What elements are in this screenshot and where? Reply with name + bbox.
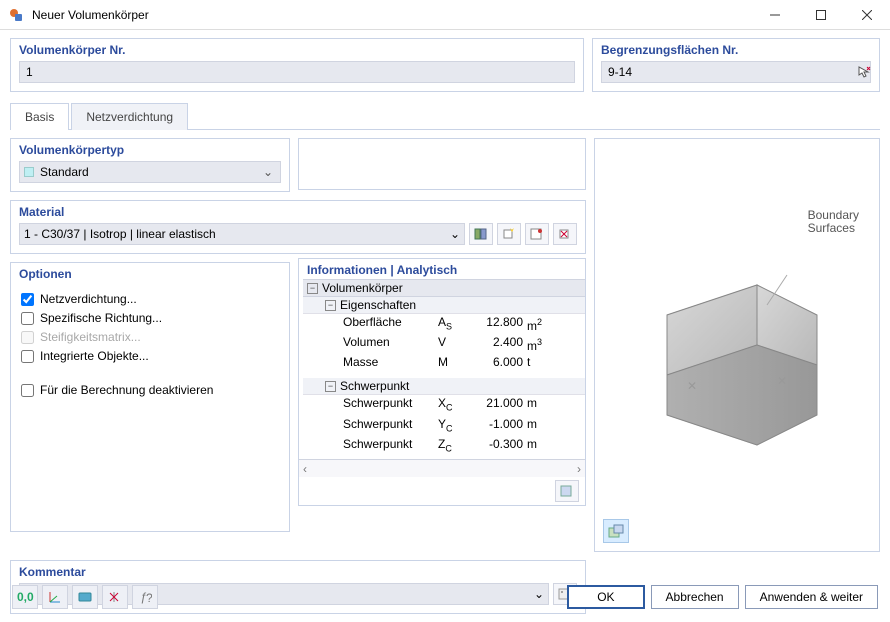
prop-zc: SchwerpunktZC-0.300m	[303, 436, 585, 456]
tree-cog[interactable]: −Schwerpunkt	[303, 378, 585, 395]
info-group: Informationen | Analytisch −Volumenkörpe…	[298, 258, 586, 506]
option-intobj-checkbox[interactable]	[21, 350, 34, 363]
scroll-right-icon[interactable]: ›	[577, 462, 581, 476]
preview-settings-button[interactable]	[603, 519, 629, 543]
type-value: Standard	[40, 165, 260, 179]
option-deactivate-checkbox[interactable]	[21, 384, 34, 397]
chevron-down-icon: ⌄	[450, 227, 460, 241]
type-combo[interactable]: Standard ⌄	[19, 161, 281, 183]
material-value: 1 - C30/37 | Isotrop | linear elastisch	[24, 227, 450, 241]
option-mesh[interactable]: Netzverdichtung...	[21, 292, 281, 306]
tab-strip: Basis Netzverdichtung	[10, 102, 880, 130]
prop-xc: SchwerpunktXC21.000m	[303, 395, 585, 415]
svg-text:0,00: 0,00	[17, 590, 34, 604]
function-button[interactable]: ƒ?	[132, 585, 158, 609]
units-button[interactable]: 0,00	[12, 585, 38, 609]
minimize-button[interactable]	[752, 0, 798, 30]
solid-number-input[interactable]: 1	[19, 61, 575, 83]
type-group: Volumenkörpertyp Standard ⌄	[10, 138, 290, 192]
cancel-button[interactable]: Abbrechen	[651, 585, 739, 609]
preview-panel: ✕ ✕ BoundarySurfaces	[594, 138, 880, 552]
maximize-button[interactable]	[798, 0, 844, 30]
option-direction[interactable]: Spezifische Richtung...	[21, 311, 281, 325]
option-integrated-objects[interactable]: Integrierte Objekte...	[21, 349, 281, 363]
boundary-surfaces-label: Begrenzungsflächen Nr.	[593, 39, 879, 59]
material-combo[interactable]: 1 - C30/37 | Isotrop | linear elastisch …	[19, 223, 465, 245]
material-library-button[interactable]	[469, 223, 493, 245]
solid-number-group: Volumenkörper Nr. 1	[10, 38, 584, 92]
reset-button[interactable]	[102, 585, 128, 609]
tab-mesh[interactable]: Netzverdichtung	[71, 103, 188, 130]
material-label: Material	[11, 201, 585, 221]
title-bar: Neuer Volumenkörper	[0, 0, 890, 30]
empty-panel	[298, 138, 586, 190]
display-button[interactable]	[72, 585, 98, 609]
info-refresh-button[interactable]	[555, 480, 579, 502]
options-group: Optionen Netzverdichtung... Spezifische …	[10, 262, 290, 532]
option-direction-checkbox[interactable]	[21, 312, 34, 325]
svg-text:?: ?	[146, 591, 152, 604]
option-mesh-checkbox[interactable]	[21, 293, 34, 306]
tree-properties[interactable]: −Eigenschaften	[303, 297, 585, 314]
app-icon	[8, 7, 24, 23]
material-delete-button[interactable]	[553, 223, 577, 245]
chevron-down-icon: ⌄	[260, 165, 276, 179]
pick-surfaces-icon[interactable]	[855, 63, 873, 81]
ok-button[interactable]: OK	[567, 585, 644, 609]
option-stiffness-checkbox	[21, 331, 34, 344]
prop-surface: OberflächeAS12.800m2	[303, 314, 585, 334]
coord-button[interactable]	[42, 585, 68, 609]
apply-button[interactable]: Anwenden & weiter	[745, 585, 878, 609]
solid-number-label: Volumenkörper Nr.	[11, 39, 583, 59]
collapse-icon[interactable]: −	[307, 283, 318, 294]
prop-yc: SchwerpunktYC-1.000m	[303, 416, 585, 436]
tree-solid[interactable]: −Volumenkörper	[303, 279, 585, 297]
svg-text:✕: ✕	[777, 374, 787, 388]
tab-basis[interactable]: Basis	[10, 103, 69, 130]
option-stiffness: Steifigkeitsmatrix...	[21, 330, 281, 344]
prop-mass: MasseM6.000t	[303, 354, 585, 370]
window-title: Neuer Volumenkörper	[32, 8, 752, 22]
material-edit-button[interactable]	[525, 223, 549, 245]
scroll-left-icon[interactable]: ‹	[303, 462, 307, 476]
close-button[interactable]	[844, 0, 890, 30]
collapse-icon[interactable]: −	[325, 300, 336, 311]
dialog-footer: 0,00 ƒ? OK Abbrechen Anwenden & weiter	[0, 580, 890, 622]
info-tree: −Volumenkörper −Eigenschaften Oberfläche…	[299, 279, 585, 459]
info-scrollbar[interactable]: ‹›	[299, 459, 585, 477]
solid-preview-icon: ✕ ✕	[617, 215, 857, 475]
preview-annotation: BoundarySurfaces	[808, 209, 859, 235]
material-group: Material 1 - C30/37 | Isotrop | linear e…	[10, 200, 586, 254]
collapse-icon[interactable]: −	[325, 381, 336, 392]
prop-volume: VolumenV2.400m3	[303, 334, 585, 354]
svg-text:✕: ✕	[687, 379, 697, 393]
boundary-surfaces-group: Begrenzungsflächen Nr. 9-14	[592, 38, 880, 92]
type-swatch-icon	[24, 167, 34, 177]
boundary-surfaces-input[interactable]: 9-14	[601, 61, 871, 83]
info-label: Informationen | Analytisch	[299, 259, 585, 279]
option-deactivate[interactable]: Für die Berechnung deaktivieren	[21, 383, 281, 397]
comment-label: Kommentar	[11, 561, 585, 581]
material-new-button[interactable]	[497, 223, 521, 245]
options-label: Optionen	[11, 263, 289, 283]
type-label: Volumenkörpertyp	[11, 139, 289, 159]
